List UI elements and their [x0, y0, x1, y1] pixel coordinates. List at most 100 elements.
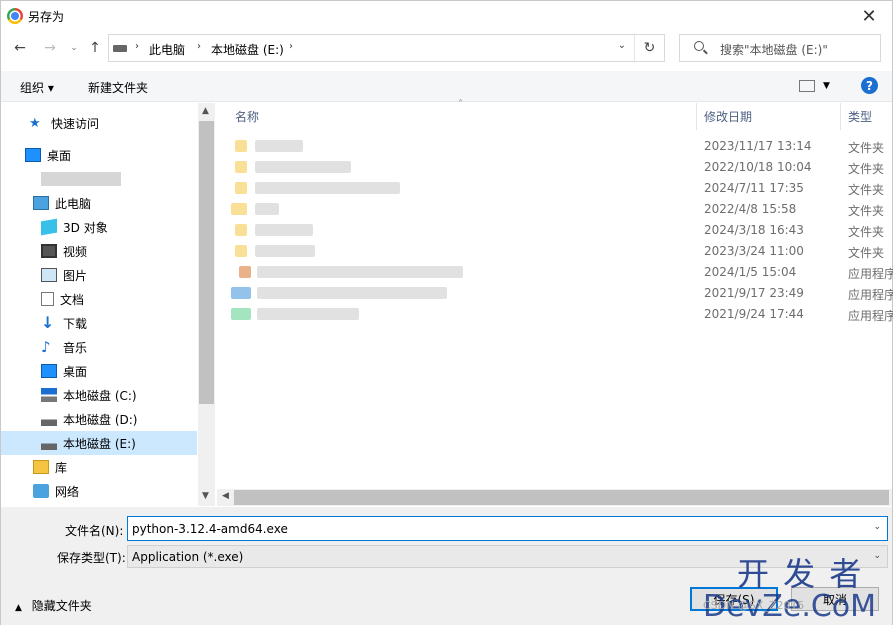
- nav-item-downloads[interactable]: ↓ 下载: [1, 311, 197, 335]
- nav-item-label: 此电脑: [55, 196, 92, 211]
- file-date: 2022/10/18 10:04: [704, 160, 812, 174]
- column-header-type[interactable]: 类型: [848, 103, 892, 130]
- drive-icon: [41, 436, 57, 450]
- column-separator[interactable]: [696, 103, 697, 130]
- folder-icon: [235, 140, 247, 152]
- scroll-left-icon[interactable]: ◀: [222, 491, 229, 501]
- chevron-down-icon[interactable]: ⌄: [873, 522, 881, 532]
- column-header-date[interactable]: 修改日期: [704, 103, 840, 130]
- filetype-value: Application (*.exe): [132, 550, 244, 564]
- file-row[interactable]: 2023/11/17 13:14 文件夹: [217, 136, 892, 157]
- nav-item-label: 网络: [55, 484, 80, 499]
- nav-item-quick-access[interactable]: ★ 快速访问: [1, 111, 197, 135]
- breadcrumb-pc[interactable]: 此电脑: [149, 41, 185, 58]
- drive-icon: [41, 412, 57, 426]
- nav-item-label: 图片: [63, 268, 88, 283]
- blurred-filename: [255, 140, 303, 152]
- drive-icon: [41, 388, 57, 402]
- search-box[interactable]: 搜索"本地磁盘 (E:)": [679, 34, 881, 62]
- refresh-icon[interactable]: ↻: [634, 35, 664, 61]
- chevron-down-icon[interactable]: ⌄: [873, 551, 881, 561]
- desktop-icon: [41, 364, 57, 378]
- document-icon: [41, 292, 54, 306]
- picture-icon: [41, 268, 57, 282]
- nav-item-documents[interactable]: 文档: [1, 287, 197, 311]
- file-row[interactable]: 2024/7/11 17:35 文件夹: [217, 178, 892, 199]
- breadcrumb-drive[interactable]: 本地磁盘 (E:): [211, 41, 284, 58]
- nav-item-drive-e[interactable]: 本地磁盘 (E:): [1, 431, 197, 455]
- toolbar: 组织 ▾ 新建文件夹 ▼ ?: [1, 71, 892, 102]
- nav-item-label: 库: [55, 460, 68, 475]
- column-header-name[interactable]: 名称: [235, 103, 695, 130]
- nav-item-label: 下载: [63, 316, 88, 331]
- filename-label: 文件名(N):: [65, 524, 124, 538]
- nav-item-drive-c[interactable]: 本地磁盘 (C:): [1, 383, 197, 407]
- file-row[interactable]: 2023/3/24 11:00 文件夹: [217, 241, 892, 262]
- folder-icon: [231, 203, 247, 215]
- help-icon[interactable]: ?: [861, 77, 878, 94]
- address-bar[interactable]: › 此电脑 › 本地磁盘 (E:) › ⌄ ↻: [108, 34, 665, 62]
- nav-item-3d-objects[interactable]: 3D 对象: [1, 215, 197, 239]
- filename-input[interactable]: python-3.12.4-amd64.exe ⌄: [127, 516, 888, 541]
- view-options-icon[interactable]: [799, 80, 815, 92]
- file-row[interactable]: 2021/9/24 17:44 应用程序: [217, 304, 893, 325]
- file-date: 2023/11/17 13:14: [704, 139, 812, 153]
- nav-item-desktop-pc[interactable]: 桌面: [1, 359, 197, 383]
- nav-item-desktop[interactable]: 桌面: [1, 143, 197, 167]
- scroll-up-icon[interactable]: ▲: [202, 106, 209, 116]
- nav-item-user-blurred[interactable]: [1, 167, 197, 191]
- scrollbar-thumb[interactable]: [199, 121, 214, 404]
- up-arrow-icon[interactable]: ↑: [86, 39, 104, 57]
- file-date: 2024/3/18 16:43: [704, 223, 804, 237]
- file-row[interactable]: 2024/3/18 16:43 文件夹: [217, 220, 892, 241]
- file-row[interactable]: 2022/10/18 10:04 文件夹: [217, 157, 892, 178]
- file-row[interactable]: 2024/1/5 15:04 应用程序: [217, 262, 893, 283]
- column-separator[interactable]: [840, 103, 841, 130]
- nav-item-label: 快速访问: [51, 116, 100, 131]
- close-icon[interactable]: ✕: [846, 1, 892, 31]
- view-chevron-icon[interactable]: ▼: [823, 81, 830, 91]
- chevron-down-icon[interactable]: ⌄: [618, 40, 626, 51]
- blurred-filename: [257, 287, 447, 299]
- file-date: 2021/9/24 17:44: [704, 307, 804, 321]
- folder-icon: [235, 182, 247, 194]
- file-row[interactable]: 2022/4/8 15:58 文件夹: [217, 199, 892, 220]
- file-type: 文件夹: [848, 225, 885, 239]
- nav-item-network[interactable]: 网络: [1, 479, 197, 503]
- nav-item-libraries[interactable]: 库: [1, 455, 197, 479]
- scroll-down-icon[interactable]: ▼: [202, 491, 209, 501]
- nav-item-music[interactable]: ♪ 音乐: [1, 335, 197, 359]
- file-row[interactable]: 2021/9/17 23:49 应用程序: [217, 283, 893, 304]
- nav-item-videos[interactable]: 视频: [1, 239, 197, 263]
- drive-icon: [113, 45, 127, 52]
- file-list: 名称 ˄ 修改日期 类型 2023/11/17 13:14 文件夹 2022/1…: [217, 99, 893, 506]
- scrollbar-thumb[interactable]: [234, 490, 889, 505]
- library-icon: [33, 460, 49, 474]
- file-list-horizontal-scrollbar[interactable]: ◀: [217, 489, 892, 506]
- chevron-up-icon: ▲: [15, 603, 22, 613]
- organize-button[interactable]: 组织 ▾: [20, 79, 54, 96]
- nav-item-pictures[interactable]: 图片: [1, 263, 197, 287]
- nav-pane-scrollbar[interactable]: ▲ ▼: [198, 103, 215, 506]
- blurred-filename: [255, 161, 351, 173]
- folder-icon: [235, 161, 247, 173]
- nav-item-this-pc[interactable]: 此电脑: [1, 191, 197, 215]
- recent-locations-icon[interactable]: ⌄: [65, 39, 83, 57]
- file-type: 文件夹: [848, 162, 885, 176]
- back-arrow-icon[interactable]: ←: [11, 39, 29, 57]
- search-placeholder: 搜索"本地磁盘 (E:)": [720, 43, 828, 57]
- nav-item-label: 本地磁盘 (E:): [63, 436, 136, 451]
- file-date: 2024/1/5 15:04: [704, 265, 797, 279]
- hide-folders-toggle[interactable]: ▲ 隐藏文件夹: [15, 597, 92, 614]
- music-icon: ♪: [41, 338, 51, 356]
- download-icon: ↓: [41, 313, 55, 332]
- folder-icon: [235, 245, 247, 257]
- column-type-label: 类型: [848, 110, 873, 124]
- file-type: 文件夹: [848, 246, 885, 260]
- file-type: 应用程序: [848, 288, 893, 302]
- file-type: 应用程序: [848, 267, 893, 281]
- forward-arrow-icon[interactable]: →: [41, 39, 59, 57]
- nav-item-drive-d[interactable]: 本地磁盘 (D:): [1, 407, 197, 431]
- navigation-pane: ★ 快速访问 桌面 此电脑 3D 对象 视频 图片 文档 ↓ 下载 ♪ 音乐 桌…: [1, 103, 215, 506]
- new-folder-button[interactable]: 新建文件夹: [88, 79, 148, 96]
